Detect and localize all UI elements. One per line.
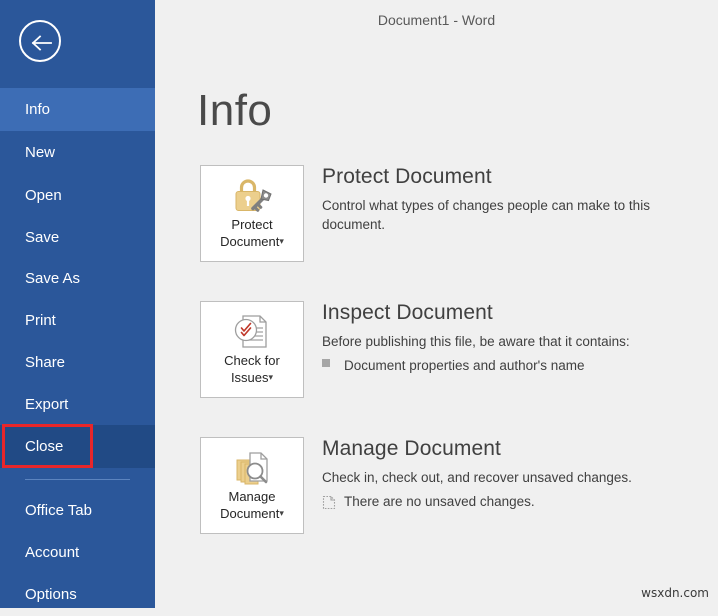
- lock-and-key-icon: [230, 175, 274, 220]
- sidebar-item-account[interactable]: Account: [0, 531, 155, 574]
- inspect-document-details: Inspect Document Before publishing this …: [322, 301, 702, 375]
- section-title: Manage Document: [322, 437, 501, 460]
- check-for-issues-button[interactable]: Check for Issues▾: [200, 301, 304, 398]
- chevron-down-icon[interactable]: ▾: [279, 236, 284, 246]
- sidebar-item-label: Open: [25, 187, 62, 204]
- document-checkmark-icon: [230, 311, 274, 356]
- window-title: Document1 - Word: [377, 12, 496, 28]
- section-manage-document: Manage Document▾ Manage Document Check i…: [200, 437, 700, 534]
- sidebar-item-close[interactable]: Close: [0, 425, 155, 468]
- dotted-document-icon: [322, 492, 344, 510]
- sidebar-item-label: New: [25, 144, 56, 161]
- sidebar-item-label: Print: [25, 312, 56, 329]
- backstage-sidebar: Info New Open Save Save As Print Share E…: [0, 0, 155, 608]
- sidebar-item-open[interactable]: Open: [0, 174, 155, 217]
- sidebar-item-save[interactable]: Save: [0, 216, 155, 259]
- chevron-down-icon[interactable]: ▾: [279, 508, 284, 518]
- sidebar-item-save-as[interactable]: Save As: [0, 257, 155, 300]
- sidebar-item-label: Office Tab: [25, 502, 92, 519]
- sidebar-item-label: Save As: [25, 270, 81, 287]
- protect-document-button[interactable]: Protect Document▾: [200, 165, 304, 262]
- sidebar-item-label: Account: [25, 544, 80, 561]
- manage-document-details: Manage Document Check in, check out, and…: [322, 437, 702, 511]
- sidebar-item-label: Export: [25, 396, 69, 413]
- square-bullet-icon: [322, 356, 344, 367]
- tile-label-line1: Protect: [231, 217, 273, 232]
- documents-magnifier-icon: [230, 447, 274, 492]
- detail-text: There are no unsaved changes.: [344, 494, 535, 509]
- word-backstage-view: Info New Open Save Save As Print Share E…: [0, 0, 718, 608]
- sidebar-item-label: Info: [25, 101, 51, 118]
- tile-label-line2: Document: [220, 234, 280, 249]
- section-inspect-document: Check for Issues▾ Inspect Document Befor…: [200, 301, 700, 398]
- sidebar-item-info[interactable]: Info: [0, 88, 155, 131]
- section-title: Inspect Document: [322, 301, 493, 324]
- check-for-issues-button-label: Check for Issues▾: [201, 352, 303, 386]
- section-description: Check in, check out, and recover unsaved…: [322, 470, 632, 485]
- sidebar-item-new[interactable]: New: [0, 131, 155, 174]
- sidebar-item-label: Save: [25, 229, 60, 246]
- sidebar-item-share[interactable]: Share: [0, 341, 155, 384]
- detail-text: Document properties and author's name: [344, 358, 585, 373]
- tile-label-line2: Document: [220, 506, 280, 521]
- section-protect-document: Protect Document▾ Protect Document Contr…: [200, 165, 700, 262]
- detail-row: There are no unsaved changes.: [322, 492, 702, 511]
- sidebar-item-options[interactable]: Options: [0, 573, 155, 616]
- tile-label-line2: Issues: [230, 370, 269, 385]
- watermark: wsxdn.com: [641, 586, 709, 600]
- detail-row: Document properties and author's name: [322, 356, 702, 375]
- section-description: Control what types of changes people can…: [322, 198, 650, 232]
- protect-document-details: Protect Document Control what types of c…: [322, 165, 702, 234]
- sidebar-item-export[interactable]: Export: [0, 383, 155, 426]
- tile-label-line1: Manage: [228, 489, 276, 504]
- tile-label-line1: Check for: [224, 353, 280, 368]
- manage-document-button[interactable]: Manage Document▾: [200, 437, 304, 534]
- sidebar-item-label: Share: [25, 354, 66, 371]
- section-title: Protect Document: [322, 165, 492, 188]
- chevron-down-icon[interactable]: ▾: [269, 372, 274, 382]
- sidebar-divider: [25, 479, 130, 480]
- page-title: Info: [197, 86, 273, 135]
- sidebar-item-label: Options: [25, 586, 77, 603]
- section-description: Before publishing this file, be aware th…: [322, 334, 630, 349]
- sidebar-item-office-tab[interactable]: Office Tab: [0, 489, 155, 532]
- manage-document-button-label: Manage Document▾: [201, 488, 303, 522]
- sidebar-item-print[interactable]: Print: [0, 299, 155, 342]
- protect-document-button-label: Protect Document▾: [201, 216, 303, 250]
- sidebar-item-label: Close: [25, 438, 64, 455]
